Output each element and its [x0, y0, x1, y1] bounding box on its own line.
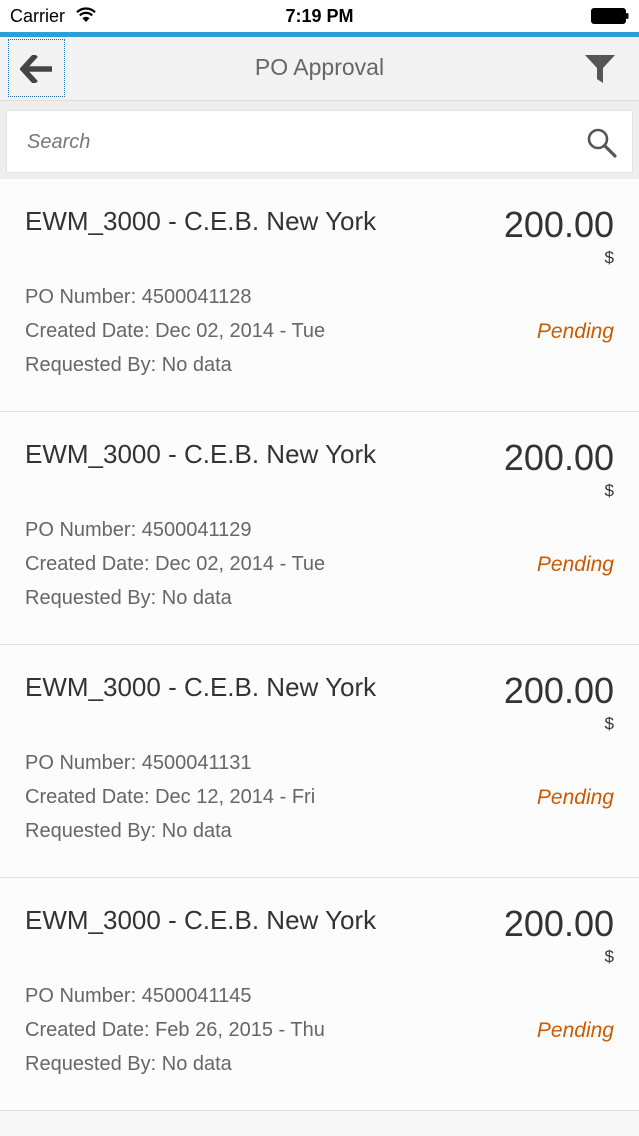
status-bar: Carrier 7:19 PM — [0, 0, 639, 32]
item-amount: 200.00 — [503, 204, 614, 245]
list-item[interactable]: EWM_3000 - C.E.B. New York 200.00 $ PO N… — [0, 878, 639, 1111]
item-title: EWM_3000 - C.E.B. New York — [25, 905, 377, 935]
po-list: EWM_3000 - C.E.B. New York 200.00 $ PO N… — [0, 179, 639, 1111]
item-requested-by: Requested By: No data — [25, 1053, 232, 1075]
item-title: EWM_3000 - C.E.B. New York — [25, 672, 377, 702]
item-amount: 200.00 — [503, 670, 614, 711]
item-amount: 200.00 — [503, 903, 614, 944]
clock-label: 7:19 PM — [285, 6, 354, 26]
list-item[interactable]: EWM_3000 - C.E.B. New York 200.00 $ PO N… — [0, 412, 639, 645]
item-created-date: Created Date: Dec 02, 2014 - Tue — [25, 320, 326, 342]
list-item[interactable]: EWM_3000 - C.E.B. New York 200.00 $ PO N… — [0, 179, 639, 412]
battery-icon — [591, 8, 629, 24]
item-currency: $ — [604, 481, 614, 500]
item-currency: $ — [604, 248, 614, 267]
item-po-number: PO Number: 4500041131 — [25, 752, 252, 774]
item-currency: $ — [604, 947, 614, 966]
item-currency: $ — [604, 714, 614, 733]
item-created-date: Created Date: Dec 02, 2014 - Tue — [25, 553, 326, 575]
item-created-date: Created Date: Dec 12, 2014 - Fri — [25, 786, 316, 808]
status-badge: Pending — [536, 320, 614, 343]
item-po-number: PO Number: 4500041145 — [25, 985, 252, 1007]
item-requested-by: Requested By: No data — [25, 354, 232, 376]
status-badge: Pending — [536, 553, 614, 576]
search-field[interactable] — [6, 110, 633, 173]
item-amount: 200.00 — [503, 437, 614, 478]
status-badge: Pending — [536, 786, 614, 809]
nav-header: PO Approval — [0, 37, 639, 101]
item-created-date: Created Date: Feb 26, 2015 - Thu — [25, 1019, 325, 1041]
item-title: EWM_3000 - C.E.B. New York — [25, 439, 377, 469]
search-icon[interactable] — [586, 127, 618, 164]
search-bar — [0, 101, 639, 180]
page-title: PO Approval — [254, 54, 385, 80]
item-title: EWM_3000 - C.E.B. New York — [25, 206, 377, 236]
item-requested-by: Requested By: No data — [25, 820, 232, 842]
item-po-number: PO Number: 4500041128 — [25, 286, 252, 308]
filter-icon — [585, 55, 615, 83]
status-badge: Pending — [536, 1019, 614, 1042]
filter-button[interactable] — [583, 53, 617, 85]
list-item[interactable]: EWM_3000 - C.E.B. New York 200.00 $ PO N… — [0, 645, 639, 878]
item-po-number: PO Number: 4500041129 — [25, 519, 252, 541]
item-requested-by: Requested By: No data — [25, 587, 232, 609]
search-input[interactable] — [27, 131, 567, 154]
